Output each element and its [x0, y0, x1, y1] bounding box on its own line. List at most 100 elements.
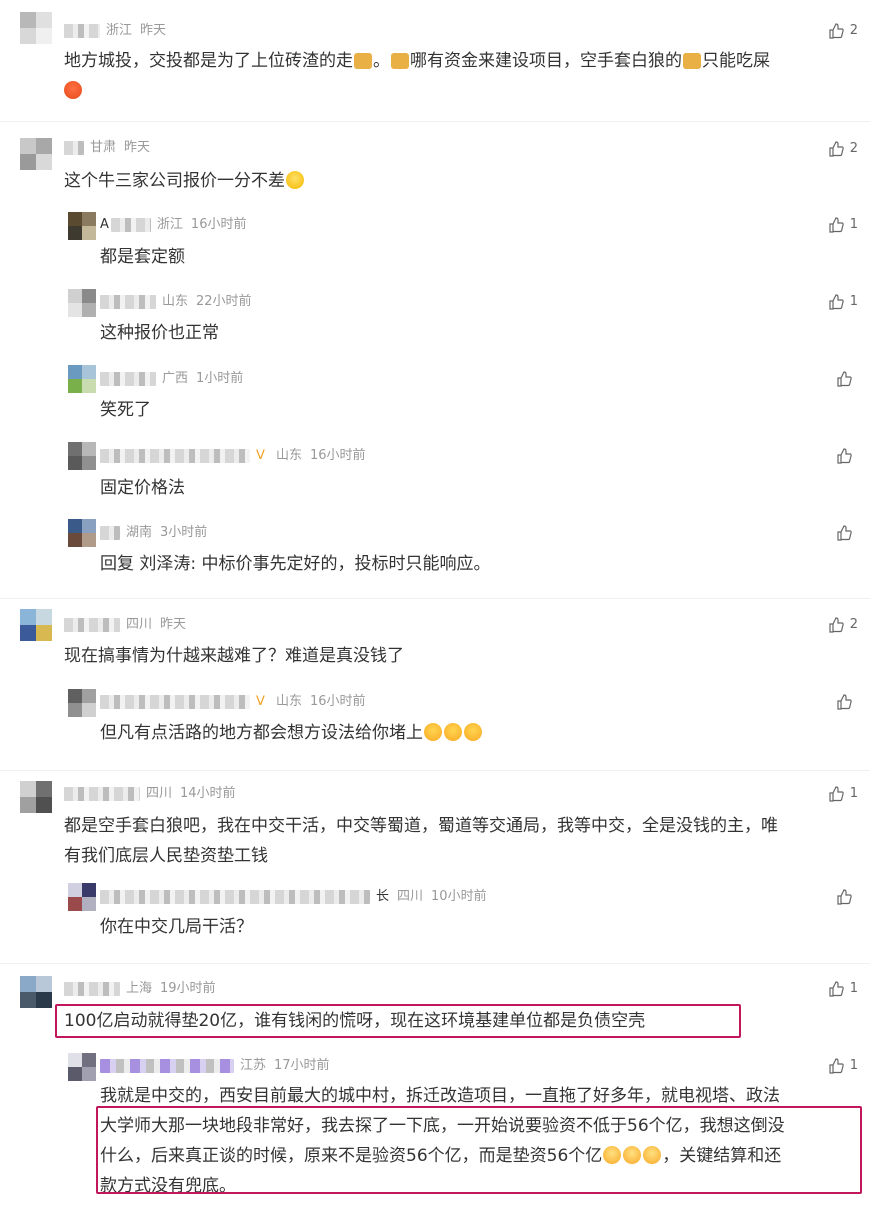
avatar[interactable]: [20, 781, 52, 813]
thumb-up-icon: [837, 448, 852, 464]
reply-time: 22小时前: [196, 294, 252, 309]
grin-emoji-icon: [444, 723, 462, 741]
smile-emoji-icon: [286, 171, 304, 189]
thumb-up-icon: [837, 889, 852, 905]
avatar[interactable]: [68, 365, 96, 393]
username-blurred[interactable]: [64, 786, 140, 801]
avatar[interactable]: [68, 519, 96, 547]
like-count: 2: [849, 141, 858, 156]
grin-emoji-icon: [464, 723, 482, 741]
thumb-up-icon: [829, 141, 844, 157]
reply-location: 山东: [162, 294, 189, 309]
dog-emoji-icon: [354, 53, 372, 69]
avatar[interactable]: [68, 212, 96, 240]
avatar[interactable]: [20, 976, 52, 1008]
reply-location: 江苏: [240, 1058, 267, 1073]
username-blurred[interactable]: [100, 1058, 234, 1073]
thumb-up-icon: [829, 786, 844, 802]
comment-meta: 甘肃 昨天: [64, 139, 150, 157]
reply-location: 湖南: [126, 525, 153, 540]
comment-text: 都是空手套白狼吧，我在中交干活，中交等蜀道，蜀道等交通局，我等中交，全是没钱的主…: [64, 816, 778, 866]
comment-time: 昨天: [124, 140, 151, 155]
username-blurred[interactable]: [64, 23, 100, 38]
username-blurred[interactable]: [100, 889, 370, 904]
username-blurred[interactable]: [100, 371, 156, 386]
like-button[interactable]: 1: [828, 980, 858, 999]
username-blurred[interactable]: [64, 981, 120, 996]
comment-time: 19小时前: [160, 981, 216, 996]
like-button[interactable]: 2: [828, 616, 858, 635]
reply-text: 我就是中交的，西安目前最大的城中村，拆迁改造项目，一直拖了好多年，就电视塔、政法…: [100, 1086, 785, 1196]
avatar[interactable]: [68, 689, 96, 717]
username-blurred[interactable]: [64, 140, 84, 155]
thumb-up-icon: [837, 694, 852, 710]
reply-meta: ᐯ 山东 16小时前: [100, 693, 366, 711]
comment-time: 昨天: [160, 617, 187, 632]
like-button[interactable]: 2: [828, 22, 858, 41]
avatar[interactable]: [68, 1053, 96, 1081]
comment-text: 地方城投，交投都是为了上位砖渣的走。哪有资金来建设项目，空手套白狼的 只能吃屎: [64, 46, 864, 106]
reply-username[interactable]: 长: [376, 889, 389, 904]
reply-text: 固定价格法: [100, 478, 185, 498]
username-blurred[interactable]: [100, 448, 250, 463]
like-button[interactable]: [836, 524, 858, 543]
reply-text: 这种报价也正常: [100, 323, 219, 343]
avatar[interactable]: [20, 12, 52, 44]
comment-location: 上海: [126, 981, 153, 996]
avatar[interactable]: [68, 442, 96, 470]
like-button[interactable]: 1: [828, 785, 858, 804]
like-count: 1: [849, 294, 858, 309]
like-button[interactable]: 1: [828, 293, 858, 312]
divider: [0, 598, 870, 599]
avatar[interactable]: [20, 138, 52, 170]
thumb-up-icon: [829, 617, 844, 633]
avatar[interactable]: [68, 883, 96, 911]
comment-meta: 四川 昨天: [64, 616, 186, 634]
reply-text: 笑死了: [100, 400, 151, 420]
reply-time: 16小时前: [190, 217, 247, 232]
like-button[interactable]: 1: [828, 216, 858, 235]
thumb-up-icon: [837, 525, 852, 541]
avatar[interactable]: [20, 609, 52, 641]
username-blurred[interactable]: [64, 617, 120, 632]
comment-text: 100亿启动就得垫20亿，谁有钱闲的慌呀，现在这环境基建单位都是负债空壳: [64, 1011, 646, 1031]
dog-emoji-icon: [391, 53, 409, 69]
thumb-up-icon: [837, 371, 852, 387]
username-blurred[interactable]: [100, 294, 156, 309]
like-button[interactable]: [836, 447, 858, 466]
like-button[interactable]: [836, 888, 858, 907]
like-count: 2: [849, 23, 858, 38]
thumb-up-icon: [829, 1058, 844, 1074]
reply-location: 山东: [276, 448, 303, 463]
reply-time: 17小时前: [274, 1058, 330, 1073]
comment-text: 这个牛三家公司报价一分不差: [64, 166, 305, 196]
vip-badge-icon: ᐯ: [256, 693, 265, 709]
like-count: 1: [849, 217, 858, 232]
avatar[interactable]: [68, 289, 96, 317]
like-button[interactable]: [836, 370, 858, 389]
reply-username[interactable]: A: [100, 217, 109, 232]
reply-text: 但凡有点活路的地方都会想方设法给你堵上: [100, 718, 483, 748]
like-button[interactable]: [836, 693, 858, 712]
like-button[interactable]: 2: [828, 140, 858, 159]
grin-emoji-icon: [424, 723, 442, 741]
reply-meta: A 浙江 16小时前: [100, 216, 246, 234]
username-blurred[interactable]: [100, 525, 120, 540]
username-blurred[interactable]: [100, 694, 250, 709]
reply-meta: 山东 22小时前: [100, 293, 252, 311]
comment-location: 四川: [146, 786, 173, 801]
comment-text: 现在搞事情为什越来越难了？难道是真没钱了: [64, 646, 404, 666]
comment-location: 浙江: [106, 23, 133, 38]
comment-meta: 浙江 昨天: [64, 22, 166, 40]
angry-emoji-icon: [64, 81, 82, 99]
reply-meta: 江苏 17小时前: [100, 1057, 330, 1075]
username-blurred[interactable]: [110, 217, 151, 232]
reply-location: 浙江: [156, 217, 183, 232]
reply-time: 10小时前: [431, 889, 487, 904]
comment-time: 14小时前: [180, 786, 236, 801]
reply-text: 你在中交几局干活？: [100, 917, 253, 937]
thumb-up-icon: [829, 217, 844, 233]
like-button[interactable]: 1: [828, 1057, 858, 1076]
thumb-up-icon: [829, 23, 844, 39]
thumb-up-icon: [829, 294, 844, 310]
